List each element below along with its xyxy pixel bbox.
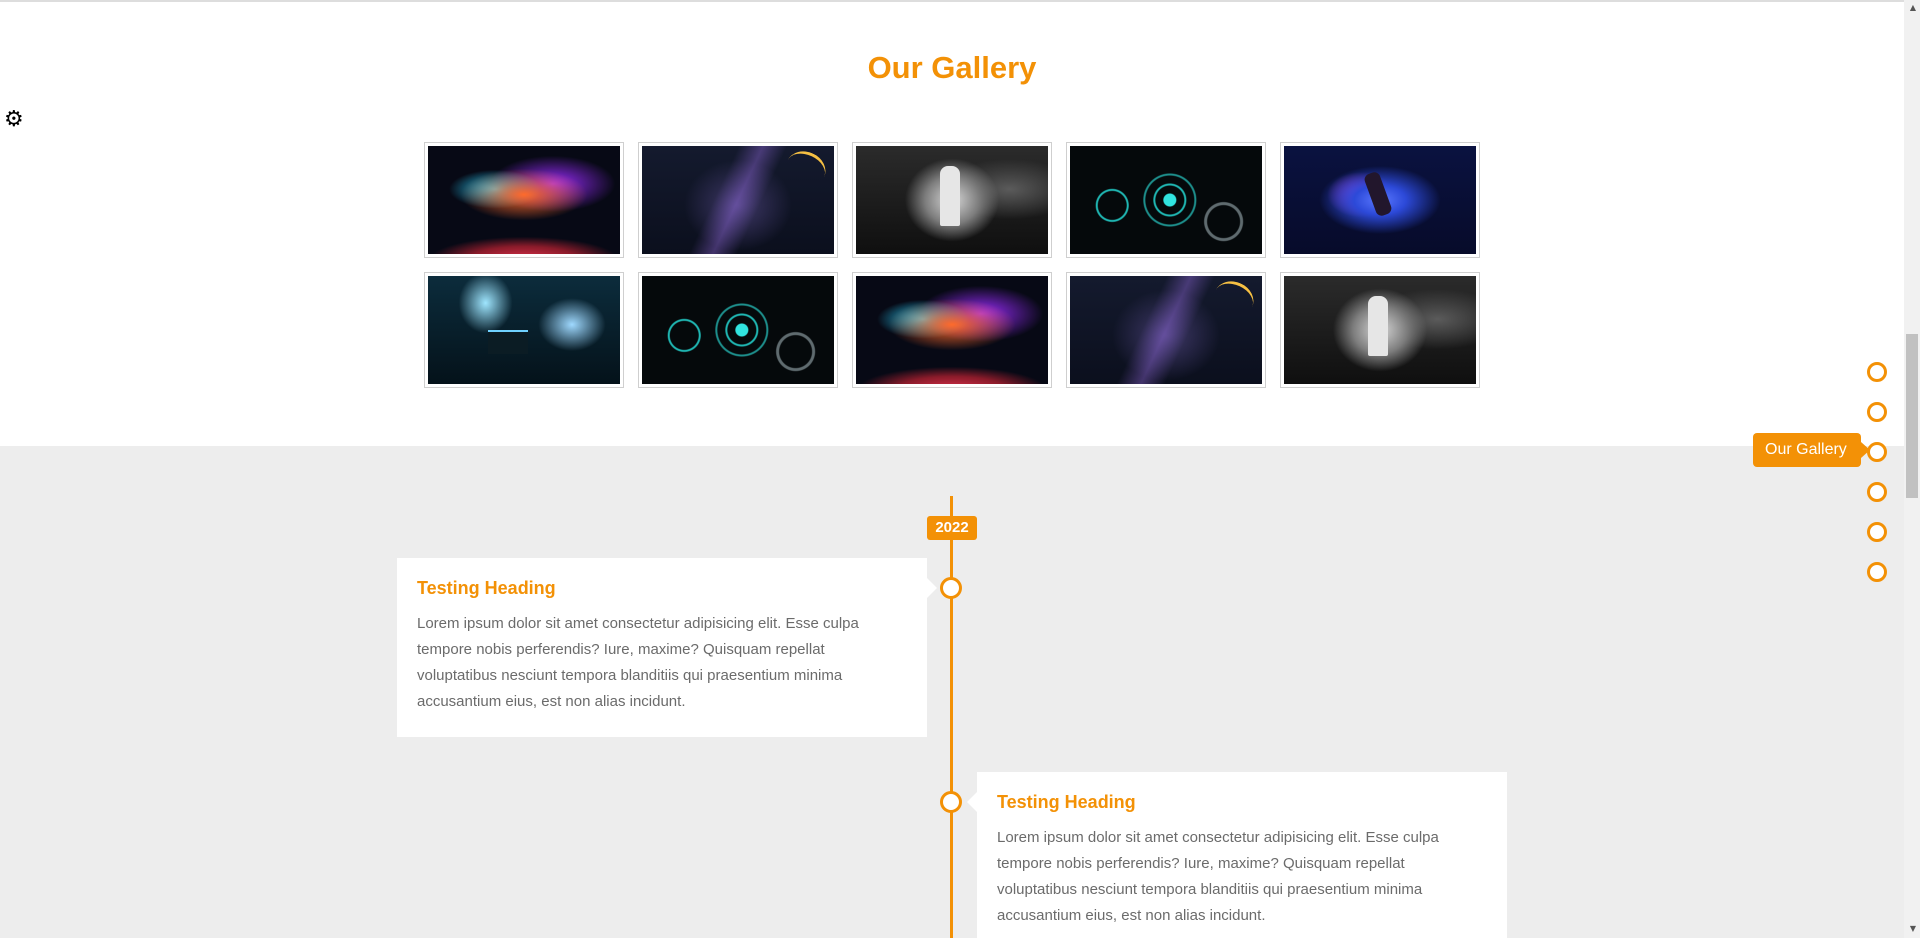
gallery-image-hud-2 [642, 276, 834, 384]
gallery-image-nebula-1 [428, 146, 620, 254]
gallery-title: Our Gallery [867, 50, 1037, 85]
timeline-card-heading: Testing Heading [417, 578, 556, 598]
scrollbar-thumb[interactable] [1906, 334, 1918, 498]
section-nav-dot[interactable] [1867, 482, 1887, 502]
timeline-card-text: Lorem ipsum dolor sit amet consectetur a… [417, 615, 859, 710]
timeline-dot [940, 577, 962, 599]
scroll-down-arrow-icon[interactable]: ▼ [1910, 924, 1916, 933]
gallery-thumbnail[interactable] [1066, 142, 1266, 258]
gallery-thumbnail[interactable] [424, 272, 624, 388]
gallery-thumbnail[interactable] [424, 142, 624, 258]
timeline-card-text: Lorem ipsum dolor sit amet consectetur a… [997, 829, 1439, 924]
gallery-thumbnail[interactable] [638, 142, 838, 258]
section-nav-dot[interactable] [1867, 522, 1887, 542]
gallery-image-cyber-2 [1070, 276, 1262, 384]
gallery-thumbnail[interactable] [638, 272, 838, 388]
gallery-image-mono-2 [1284, 276, 1476, 384]
timeline-line [950, 496, 953, 938]
gallery-image-room-1 [428, 276, 620, 384]
gallery-thumbnail[interactable] [852, 272, 1052, 388]
gallery-section: Our Gallery ⚙ [0, 2, 1904, 446]
gallery-image-blue-1 [1284, 146, 1476, 254]
timeline-dot [940, 791, 962, 813]
gear-icon[interactable]: ⚙ [4, 109, 24, 131]
scroll-up-arrow-icon[interactable]: ▲ [1910, 3, 1916, 12]
gallery-thumbnail[interactable] [1066, 272, 1266, 388]
gallery-grid [424, 142, 1480, 388]
gallery-image-cyber-1 [642, 146, 834, 254]
timeline-section: 2022 Testing Heading Lorem ipsum dolor s… [0, 446, 1904, 938]
gallery-thumbnail[interactable] [1280, 272, 1480, 388]
scrollbar[interactable]: ▲ ▼ [1904, 0, 1920, 938]
timeline-year-badge: 2022 [927, 516, 977, 540]
timeline-card-heading: Testing Heading [997, 792, 1136, 812]
gallery-thumbnail[interactable] [852, 142, 1052, 258]
section-nav-dot-active[interactable] [1867, 442, 1887, 462]
section-nav-tooltip: Our Gallery [1753, 433, 1870, 467]
page: Our Gallery ⚙ 2022 Testing Heading Lorem… [0, 0, 1920, 938]
gallery-thumbnail[interactable] [1280, 142, 1480, 258]
gallery-image-mono-1 [856, 146, 1048, 254]
gallery-image-hud-1 [1070, 146, 1262, 254]
timeline-card: Testing Heading Lorem ipsum dolor sit am… [967, 772, 1507, 938]
timeline-card: Testing Heading Lorem ipsum dolor sit am… [397, 558, 937, 737]
section-nav-dot[interactable] [1867, 402, 1887, 422]
gallery-image-nebula-2 [856, 276, 1048, 384]
section-nav-dot[interactable] [1867, 562, 1887, 582]
section-nav-dot[interactable] [1867, 362, 1887, 382]
